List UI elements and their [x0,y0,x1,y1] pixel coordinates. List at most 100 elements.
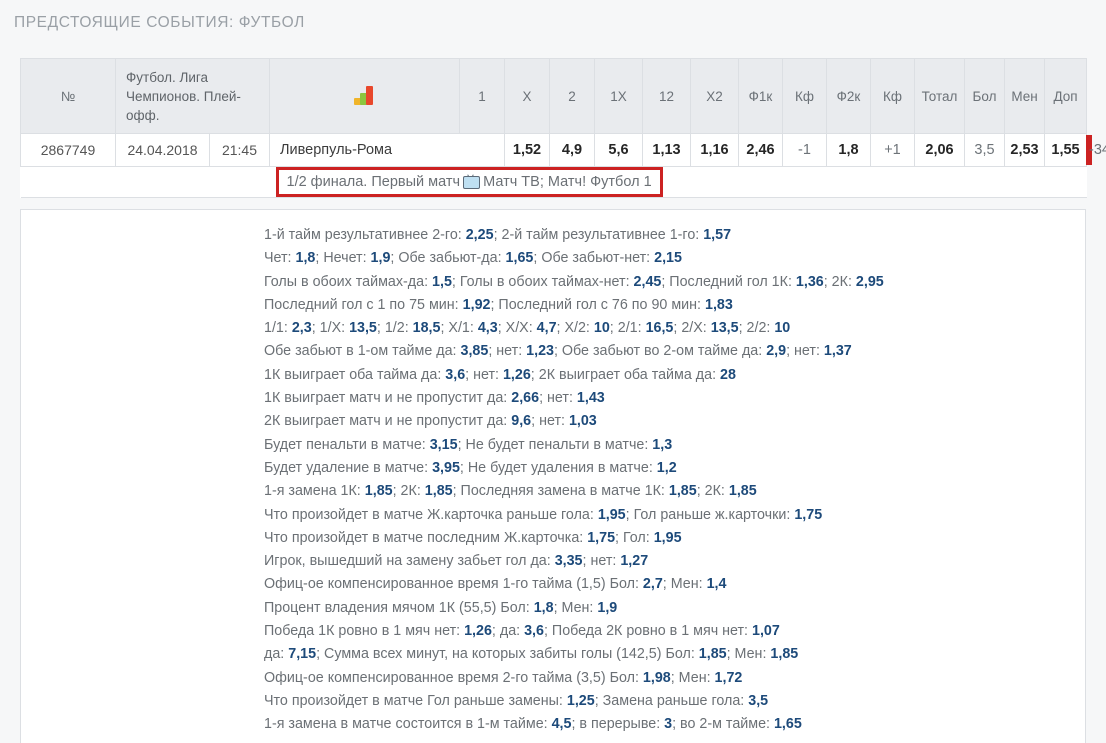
market-odd[interactable]: 2,7 [643,576,663,592]
market-odd[interactable]: 16,5 [646,320,674,336]
market-odd[interactable]: 2,66 [511,390,539,406]
market-odd[interactable]: 4,5 [552,716,572,732]
market-odd[interactable]: 1,25 [567,693,595,709]
odd-x2[interactable]: 2,46 [738,133,783,167]
odd-over[interactable]: 2,53 [1004,133,1045,167]
market-odd[interactable]: 1,95 [654,530,682,546]
header-col-under[interactable]: Мен [1004,58,1045,134]
market-odd[interactable]: 13,5 [711,320,739,336]
market-odd[interactable]: 1,83 [705,297,733,313]
odd-handicap-1[interactable]: 1,8 [826,133,871,167]
market-odd[interactable]: 1,85 [669,483,697,499]
header-col-f2k[interactable]: Ф2к [826,58,871,134]
header-col-extra[interactable]: Доп [1044,58,1087,134]
match-info-cell: 1/2 финала. Первый матч Матч ТВ; Матч! Ф… [269,166,1087,198]
market-odd[interactable]: 1,36 [796,274,824,290]
odd-12[interactable]: 1,16 [690,133,739,167]
market-odd[interactable]: 1,23 [526,343,554,359]
market-odd[interactable]: 1,26 [503,367,531,383]
market-odd[interactable]: 7,15 [288,646,316,662]
market-label: ; 2-й тайм результативнее 1-го: [493,227,704,243]
header-col-f1k[interactable]: Ф1к [738,58,783,134]
market-odd[interactable]: 1,3 [652,437,672,453]
header-col-x[interactable]: X [504,58,550,134]
market-odd[interactable]: 2,9 [766,343,786,359]
market-odd[interactable]: 1,85 [729,483,757,499]
market-line: Голы в обоих таймах-да: 1,5; Голы в обои… [264,271,884,294]
match-info-box[interactable]: 1/2 финала. Первый матч Матч ТВ; Матч! Ф… [275,167,663,197]
odd-1[interactable]: 1,52 [504,133,550,167]
market-odd[interactable]: 1,85 [699,646,727,662]
header-col-2[interactable]: 2 [549,58,595,134]
table-row[interactable]: 2867749 24.04.2018 21:45 Ливерпуль-Рома … [20,133,1106,167]
market-odd[interactable]: 1,8 [296,250,316,266]
market-odd[interactable]: 1,4 [707,576,727,592]
market-odd[interactable]: 13,5 [349,320,377,336]
market-odd[interactable]: 1,26 [464,623,492,639]
header-col-over[interactable]: Бол [964,58,1005,134]
market-odd[interactable]: 28 [720,367,736,383]
market-odd[interactable]: 9,6 [511,413,531,429]
market-odd[interactable]: 1,43 [577,390,605,406]
market-odd[interactable]: 1,5 [432,274,452,290]
market-odd[interactable]: 1,85 [425,483,453,499]
odd-under[interactable]: 1,55 [1044,133,1087,167]
market-odd[interactable]: 3,15 [430,437,458,453]
market-odd[interactable]: 1,72 [715,670,743,686]
market-odd[interactable]: 1,9 [597,600,617,616]
market-odd[interactable]: 1,27 [620,553,648,569]
market-odd[interactable]: 1,57 [703,227,731,243]
odd-2[interactable]: 5,6 [594,133,643,167]
market-odd[interactable]: 1,9 [371,250,391,266]
header-col-kf2[interactable]: Кф [870,58,915,134]
market-odd[interactable]: 1,95 [598,507,626,523]
header-col-1x[interactable]: 1X [594,58,643,134]
market-odd[interactable]: 1,65 [774,716,802,732]
market-label: ; нет: [582,553,621,570]
cell-teams[interactable]: Ливерпуль-Рома [269,133,505,167]
market-odd[interactable]: 1,85 [770,646,798,662]
market-label: 1/1: [264,320,292,337]
header-col-total[interactable]: Тотал [914,58,965,134]
market-odd[interactable]: 1,92 [463,297,491,313]
market-odd[interactable]: 1,8 [534,600,554,616]
market-odd[interactable]: 10 [594,320,610,336]
market-odd[interactable]: 2,15 [654,250,682,266]
market-label: ; Х/Х: [497,320,537,337]
market-odd[interactable]: 1,85 [365,483,393,499]
market-odd[interactable]: 2,3 [292,320,312,336]
market-odd[interactable]: 1,65 [506,250,534,266]
market-odd[interactable]: 18,5 [413,320,441,336]
market-odd[interactable]: 3,95 [432,460,460,476]
market-odd[interactable]: 1,75 [587,530,615,546]
market-odd[interactable]: 1,98 [643,670,671,686]
market-odd[interactable]: 1,37 [824,343,852,359]
header-col-1[interactable]: 1 [459,58,505,134]
odd-x[interactable]: 4,9 [549,133,595,167]
market-odd[interactable]: 10 [774,320,790,336]
market-odd[interactable]: 4,7 [537,320,557,336]
market-line: Что произойдет в матче последним Ж.карто… [264,527,884,550]
market-odd[interactable]: 1,75 [794,507,822,523]
market-odd[interactable]: 3,35 [555,553,583,569]
market-odd[interactable]: 4,3 [478,320,498,336]
market-odd[interactable]: 1,2 [657,460,677,476]
panel-divider [21,209,1085,210]
market-odd[interactable]: 2,25 [466,227,494,243]
market-odd[interactable]: 3,6 [445,367,465,383]
header-col-x2[interactable]: X2 [690,58,739,134]
market-odd[interactable]: 3,5 [748,693,768,709]
market-odd[interactable]: 3,6 [524,623,544,639]
market-odd[interactable]: 3 [664,716,672,732]
odd-1x[interactable]: 1,13 [642,133,691,167]
header-col-12[interactable]: 12 [642,58,691,134]
market-odd[interactable]: 1,07 [752,623,780,639]
odd-handicap-2[interactable]: 2,06 [914,133,965,167]
market-odd[interactable]: 3,85 [461,343,489,359]
header-col-kf1[interactable]: Кф [782,58,827,134]
market-odd[interactable]: 2,95 [856,274,884,290]
market-label: ; в перерыве: [571,716,665,733]
market-odd[interactable]: 1,03 [569,413,597,429]
market-odd[interactable]: 2,45 [634,274,662,290]
cell-time: 21:45 [209,133,270,167]
